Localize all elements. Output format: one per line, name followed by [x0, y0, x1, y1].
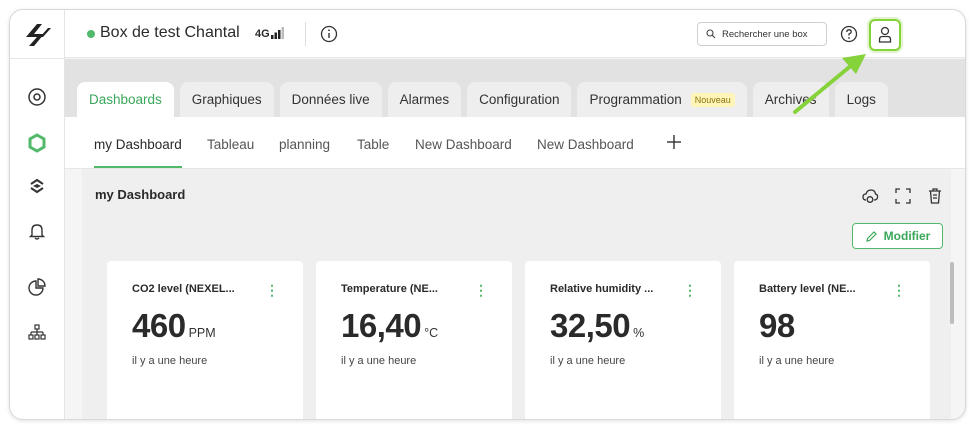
tab-label: Données live [291, 92, 370, 107]
subtab-table[interactable]: Table [357, 137, 389, 152]
tab-graphiques[interactable]: Graphiques [179, 82, 274, 117]
tab-label: Graphiques [191, 92, 262, 107]
network-tree-icon[interactable] [25, 320, 49, 344]
widget-title: CO2 level (NEXEL... [132, 283, 235, 295]
tab-archives[interactable]: Archives [752, 82, 829, 117]
widget-value: 98 [759, 307, 798, 345]
dashboard-title: my Dashboard [95, 187, 186, 202]
widget-card-temperature: Temperature (NE... ⋮ 16,40 °C il y a une … [316, 261, 512, 419]
value-number: 32,50 [550, 307, 631, 344]
subtab-new-dashboard[interactable]: New Dashboard [415, 137, 512, 152]
scrollbar[interactable] [950, 262, 954, 324]
fullscreen-icon[interactable] [894, 187, 912, 205]
brand-logo-icon[interactable] [20, 20, 54, 50]
dashboard-subtabs: my Dashboard Tableau planning Table New … [65, 117, 965, 169]
header-divider [305, 22, 306, 46]
widget-timestamp: il y a une heure [550, 355, 626, 367]
widget-timestamp: il y a une heure [341, 355, 417, 367]
tab-label: Alarmes [399, 92, 450, 107]
search-box[interactable]: Rechercher une box [697, 22, 827, 46]
signal-strength-icon [271, 27, 284, 39]
widget-menu-icon[interactable]: ⋮ [265, 283, 279, 297]
widget-timestamp: il y a une heure [132, 355, 208, 367]
tab-label: Archives [764, 92, 817, 107]
widget-card-battery: Battery level (NE... ⋮ 98 il y a une heu… [734, 261, 930, 419]
pencil-icon [865, 230, 877, 242]
widget-title: Temperature (NE... [341, 283, 438, 295]
network-type: 4G [255, 28, 270, 40]
tab-donnees-live[interactable]: Données live [279, 82, 382, 117]
location-icon[interactable] [25, 85, 49, 109]
sidebar [10, 10, 65, 419]
cloud-download-icon[interactable] [861, 187, 879, 205]
pie-chart-icon[interactable] [25, 275, 49, 299]
active-subtab-indicator [94, 166, 182, 168]
tab-label: Configuration [479, 92, 560, 107]
tab-logs[interactable]: Logs [834, 82, 888, 117]
tab-alarmes[interactable]: Alarmes [387, 82, 462, 117]
layers-icon[interactable] [25, 174, 49, 198]
tab-programmation[interactable]: Programmation Nouveau [577, 82, 747, 117]
main-tabs-bar: Dashboards Graphiques Données live Alarm… [65, 59, 965, 117]
add-dashboard-icon[interactable] [665, 133, 683, 151]
widget-value: 460 PPM [132, 307, 216, 345]
value-number: 98 [759, 307, 795, 344]
tab-label: Programmation [589, 92, 682, 107]
value-unit: PPM [188, 326, 216, 340]
value-unit: °C [424, 326, 439, 340]
modify-label: Modifier [883, 229, 931, 243]
user-account-button[interactable] [869, 19, 901, 51]
dashboard-panel: my Dashboard Modifier CO2 level (NEXEL..… [82, 169, 951, 419]
help-icon[interactable] [840, 25, 858, 43]
user-icon [878, 26, 892, 43]
tab-dashboards[interactable]: Dashboards [77, 82, 174, 117]
tab-configuration[interactable]: Configuration [467, 82, 572, 117]
widget-title: Relative humidity ... [550, 283, 654, 295]
tab-label: Dashboards [89, 92, 162, 107]
widget-title: Battery level (NE... [759, 283, 856, 295]
widget-value: 32,50% [550, 307, 644, 345]
new-badge: Nouveau [690, 92, 735, 107]
widget-value: 16,40 °C [341, 307, 438, 345]
subtab-new-dashboard-2[interactable]: New Dashboard [537, 137, 634, 152]
bell-icon[interactable] [25, 219, 49, 243]
online-status-dot [87, 30, 95, 38]
trash-icon[interactable] [926, 187, 944, 205]
subtab-my-dashboard[interactable]: my Dashboard [94, 137, 182, 152]
widget-card-co2: CO2 level (NEXEL... ⋮ 460 PPM il y a une … [107, 261, 303, 419]
widget-card-humidity: Relative humidity ... ⋮ 32,50% il y a un… [525, 261, 721, 419]
widget-timestamp: il y a une heure [759, 355, 835, 367]
top-header: Box de test Chantal 4G Rechercher une bo… [65, 10, 965, 58]
widget-menu-icon[interactable]: ⋮ [683, 283, 697, 297]
widget-menu-icon[interactable]: ⋮ [474, 283, 488, 297]
info-icon[interactable] [320, 25, 338, 43]
search-input[interactable]: Rechercher une box [722, 29, 808, 40]
app-window: Box de test Chantal 4G Rechercher une bo… [9, 9, 966, 420]
box-name: Box de test Chantal [100, 24, 240, 41]
dashboard-hex-icon[interactable] [25, 131, 49, 155]
value-unit: % [633, 326, 645, 340]
sidebar-divider [10, 58, 65, 59]
subtab-planning[interactable]: planning [279, 137, 330, 152]
widget-menu-icon[interactable]: ⋮ [892, 283, 906, 297]
search-icon [706, 29, 716, 39]
subtab-tableau[interactable]: Tableau [207, 137, 254, 152]
tab-label: Logs [846, 92, 876, 107]
value-number: 460 [132, 307, 186, 344]
modify-button[interactable]: Modifier [852, 223, 943, 249]
value-number: 16,40 [341, 307, 422, 344]
